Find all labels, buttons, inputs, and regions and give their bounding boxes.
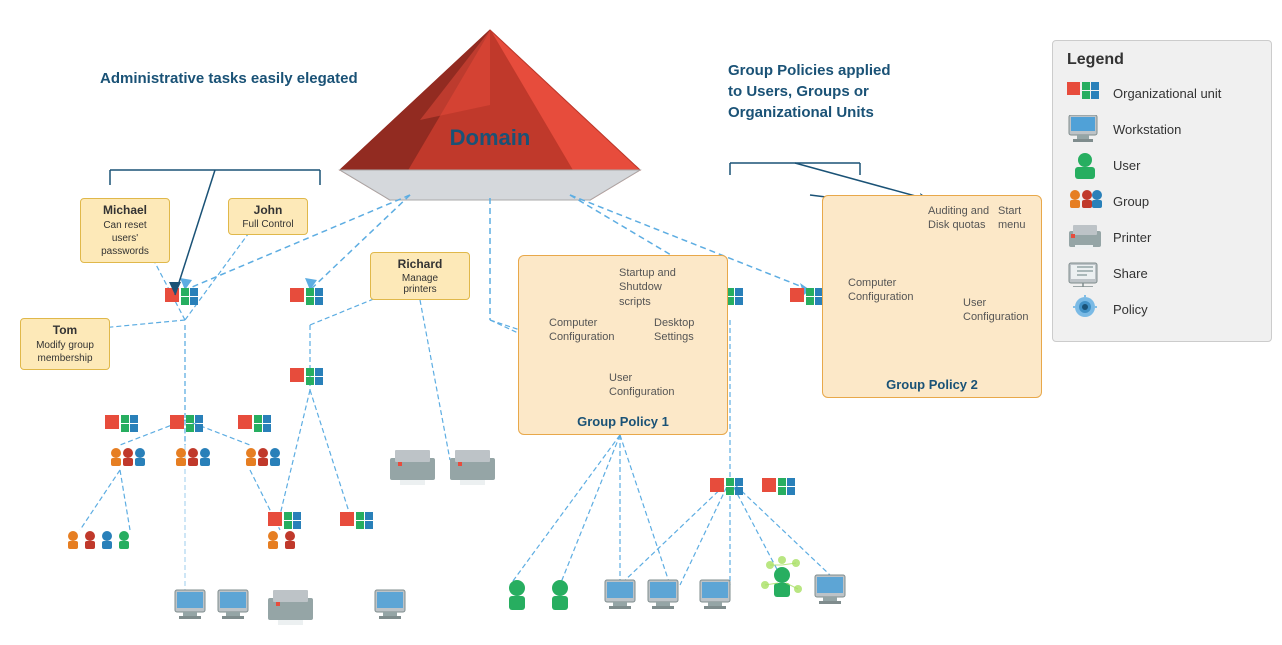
legend-item-share: Share [1067,259,1257,287]
legend-label-printer: Printer [1113,230,1151,245]
user-legend-icon [1067,151,1103,179]
legend-label-share: Share [1113,266,1148,281]
legend-item-ou: Organizational unit [1067,79,1257,107]
tom-box: Tom Modify groupmembership [20,318,110,370]
legend-label-group: Group [1113,194,1149,209]
legend-label-ou: Organizational unit [1113,86,1221,101]
legend-title: Legend [1067,51,1257,69]
legend-item-policy: Policy [1067,295,1257,323]
legend-panel: Legend Organizational unit Workstation [1052,40,1272,342]
richard-box: Richard Manageprinters [370,252,470,300]
admin-tasks-annotation: Administrative tasks easily elegated [100,68,358,89]
group-legend-icon [1067,187,1103,215]
legend-item-printer: Printer [1067,223,1257,251]
group-policy-1-box: Startup andShutdowscripts ComputerConfig… [518,255,728,435]
legend-item-user: User [1067,151,1257,179]
group-policy-2-box: Auditing andDisk quotas Startmenu Comput… [822,195,1042,398]
legend-label-user: User [1113,158,1140,173]
john-box: John Full Control [228,198,308,235]
group-policies-annotation: Group Policies appliedto Users, Groups o… [728,60,948,123]
legend-item-workstation: Workstation [1067,115,1257,143]
printer-legend-icon [1067,223,1103,251]
workstation-legend-icon [1067,115,1103,143]
share-legend-icon [1067,259,1103,287]
ou-legend-icon [1067,79,1103,107]
michael-box: Michael Can resetusers'passwords [80,198,170,263]
legend-label-policy: Policy [1113,302,1148,317]
legend-item-group: Group [1067,187,1257,215]
policy-legend-icon [1067,295,1103,323]
legend-label-workstation: Workstation [1113,122,1181,137]
svg-text:Domain: Domain [450,125,531,150]
